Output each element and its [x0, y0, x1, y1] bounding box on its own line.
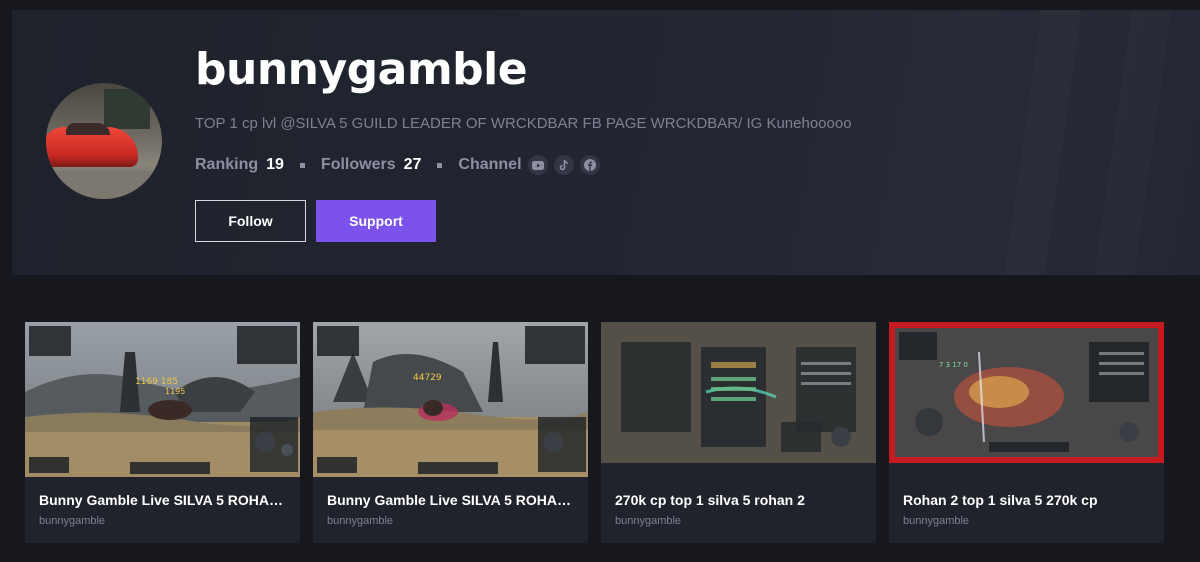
svg-text:44729: 44729	[413, 373, 442, 383]
banner-decoration	[1000, 10, 1085, 275]
video-channel[interactable]: bunnygamble	[615, 515, 681, 527]
svg-text:1169 185: 1169 185	[135, 377, 178, 387]
video-channel[interactable]: bunnygamble	[327, 515, 393, 527]
channel-label: Channel	[458, 156, 522, 173]
svg-text:7 3 17 0: 7 3 17 0	[939, 361, 968, 369]
video-thumbnail[interactable]: 44729	[313, 322, 588, 477]
facebook-icon[interactable]	[579, 155, 600, 175]
video-channel[interactable]: bunnygamble	[903, 515, 969, 527]
tiktok-icon[interactable]	[553, 155, 574, 175]
video-card[interactable]: 270k cp top 1 silva 5 rohan 2 bunnygambl…	[601, 322, 876, 543]
profile-bio: TOP 1 cp lvl @SILVA 5 GUILD LEADER OF WR…	[195, 115, 852, 132]
followers-value: 27	[403, 156, 422, 173]
video-card[interactable]: 44729 Bunny Gamble Live SILVA 5 ROHAN 2 …	[313, 322, 588, 543]
video-channel[interactable]: bunnygamble	[39, 515, 105, 527]
video-thumbnail[interactable]: 1169 185 1195	[25, 322, 300, 477]
separator-dot	[437, 162, 443, 168]
video-title[interactable]: 270k cp top 1 silva 5 rohan 2	[615, 492, 865, 508]
profile-username: bunnygamble	[195, 44, 528, 95]
video-card[interactable]: 7 3 17 0 Rohan 2 top 1 silva 5 270k cp b…	[889, 322, 1164, 543]
video-thumbnail[interactable]	[601, 322, 876, 477]
video-title[interactable]: Rohan 2 top 1 silva 5 270k cp	[903, 492, 1153, 508]
youtube-icon[interactable]	[527, 155, 548, 175]
ranking-label: Ranking	[195, 156, 259, 173]
avatar[interactable]	[46, 83, 162, 199]
video-title[interactable]: Bunny Gamble Live SILVA 5 ROHAN 2	[327, 492, 577, 508]
video-title[interactable]: Bunny Gamble Live SILVA 5 ROHAN 2	[39, 492, 289, 508]
support-button[interactable]: Support	[316, 200, 436, 242]
profile-stats: Ranking 19 Followers 27 Channel	[195, 155, 600, 175]
video-card[interactable]: 1169 185 1195 Bunny Gamble Live SILVA 5 …	[25, 322, 300, 543]
profile-banner: bunnygamble TOP 1 cp lvl @SILVA 5 GUILD …	[12, 10, 1200, 275]
separator-dot	[299, 162, 305, 168]
follow-button[interactable]: Follow	[195, 200, 306, 242]
banner-decoration	[1090, 10, 1175, 275]
video-thumbnail[interactable]: 7 3 17 0	[889, 322, 1164, 477]
followers-label: Followers	[320, 156, 396, 173]
ranking-value: 19	[266, 156, 284, 173]
svg-text:1195: 1195	[165, 387, 185, 396]
